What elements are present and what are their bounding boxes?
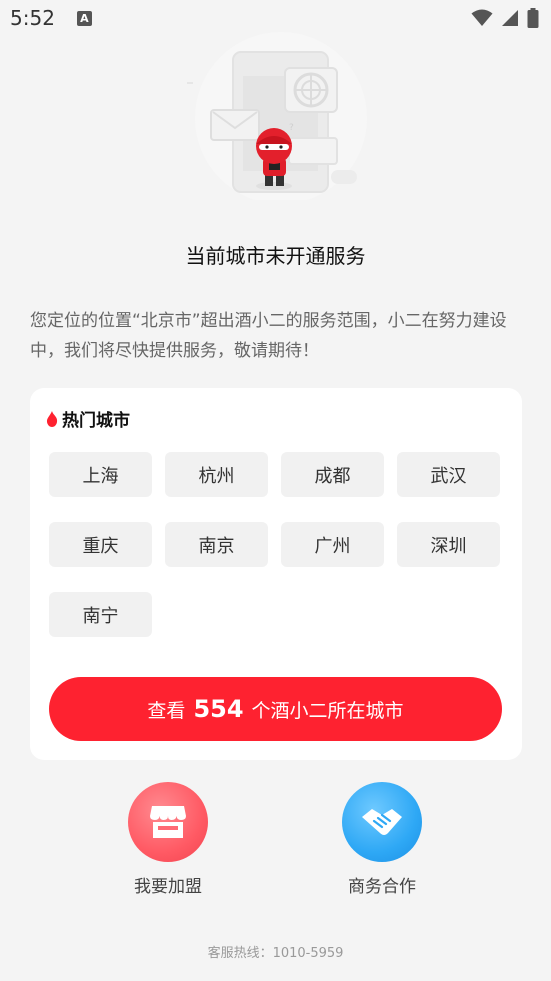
store-icon bbox=[150, 806, 186, 838]
battery-icon bbox=[527, 8, 539, 28]
join-action[interactable]: 我要加盟 bbox=[98, 782, 238, 897]
view-all-cities-button[interactable]: 查看 554 个酒小二所在城市 bbox=[49, 677, 502, 741]
status-icons bbox=[471, 8, 539, 28]
city-button-guangzhou[interactable]: 广州 bbox=[281, 522, 384, 567]
city-button-wuhan[interactable]: 武汉 bbox=[397, 452, 500, 497]
view-button-prefix: 查看 bbox=[147, 699, 186, 722]
city-button-shanghai[interactable]: 上海 bbox=[49, 452, 152, 497]
view-button-suffix: 个酒小二所在城市 bbox=[251, 699, 404, 722]
cooperation-action[interactable]: 商务合作 bbox=[312, 782, 452, 897]
join-label: 我要加盟 bbox=[134, 877, 202, 897]
service-description: 您定位的位置“北京市”超出酒小二的服务范围，小二在努力建设中，我们将尽快提供服务… bbox=[30, 311, 507, 361]
city-count: 554 bbox=[193, 695, 244, 723]
city-button-chengdu[interactable]: 成都 bbox=[281, 452, 384, 497]
city-button-nanning[interactable]: 南宁 bbox=[49, 592, 152, 637]
cooperation-button[interactable] bbox=[342, 782, 422, 862]
join-button[interactable] bbox=[128, 782, 208, 862]
hot-cities-title: 热门城市 bbox=[62, 411, 130, 431]
city-button-nanjing[interactable]: 南京 bbox=[165, 522, 268, 567]
city-button-hangzhou[interactable]: 杭州 bbox=[165, 452, 268, 497]
cooperation-label: 商务合作 bbox=[348, 877, 416, 897]
fire-icon bbox=[46, 410, 58, 427]
city-grid: 上海 杭州 成都 武汉 重庆 南京 广州 深圳 南宁 bbox=[49, 452, 502, 637]
page-title: 当前城市未开通服务 bbox=[185, 244, 366, 268]
handshake-icon bbox=[362, 809, 402, 835]
mascot-illustration: ? bbox=[187, 32, 367, 200]
hot-cities-card: 热门城市 上海 杭州 成都 武汉 重庆 南京 广州 深圳 南宁 查看 554 个… bbox=[30, 388, 522, 760]
city-button-chongqing[interactable]: 重庆 bbox=[49, 522, 152, 567]
hot-cities-header: 热门城市 bbox=[46, 406, 130, 431]
customer-hotline: 客服热线：1010-5959 bbox=[207, 946, 344, 961]
city-button-shenzhen[interactable]: 深圳 bbox=[397, 522, 500, 567]
wifi-icon bbox=[471, 9, 493, 26]
signal-icon bbox=[502, 10, 518, 26]
status-time: 5:52 bbox=[10, 6, 55, 30]
notification-icon: A bbox=[76, 10, 92, 26]
svg-text:?: ? bbox=[289, 123, 294, 133]
